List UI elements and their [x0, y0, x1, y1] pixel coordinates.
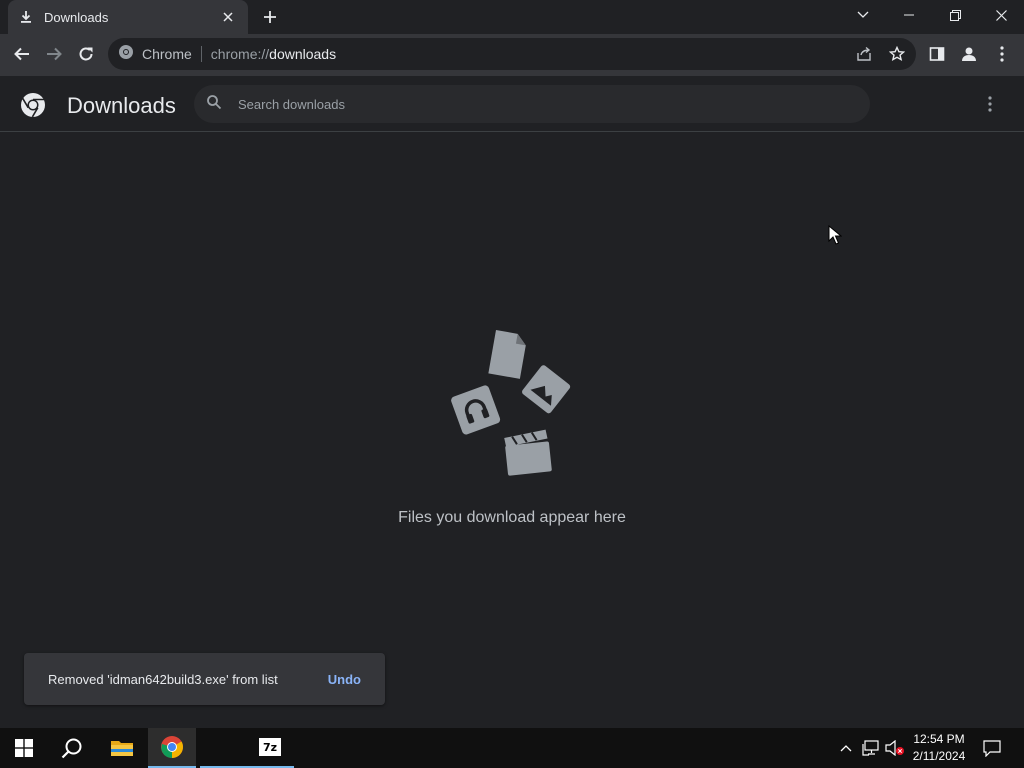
taskbar-search-button[interactable]	[48, 728, 96, 768]
reload-button[interactable]	[71, 39, 101, 69]
kebab-menu-icon	[1000, 46, 1004, 62]
download-icon	[18, 9, 34, 25]
close-icon	[995, 9, 1007, 21]
site-chip-label: Chrome	[142, 46, 192, 62]
chrome-site-icon	[118, 44, 134, 65]
tab-close-icon[interactable]	[218, 7, 238, 27]
7zip-taskbar-button[interactable]: 7z	[246, 728, 294, 768]
empty-state-message: Files you download appear here	[398, 509, 626, 526]
network-icon	[862, 740, 879, 756]
chrome-icon	[161, 736, 183, 758]
tab-search-button[interactable]	[840, 0, 886, 30]
windows-taskbar: 7z 12:54 PM 2/11/2024	[0, 728, 1024, 768]
mouse-cursor-icon	[828, 224, 843, 250]
tab-downloads[interactable]: Downloads	[8, 0, 248, 34]
forward-arrow-icon	[47, 47, 62, 61]
url-scheme: chrome://	[210, 46, 270, 62]
chrome-logo-icon	[20, 92, 46, 118]
tab-title: Downloads	[44, 9, 109, 25]
toast-message: Removed 'idman642build3.exe' from list	[48, 671, 278, 687]
star-icon[interactable]	[888, 45, 906, 67]
volume-muted-icon	[885, 740, 904, 756]
reload-icon	[79, 47, 93, 61]
chevron-up-icon	[840, 745, 852, 752]
volume-button[interactable]	[884, 728, 906, 768]
show-hidden-icons-button[interactable]	[836, 728, 856, 768]
notification-icon	[983, 739, 1001, 757]
title-bar: Downloads	[0, 0, 1024, 34]
7zip-icon: 7z	[259, 738, 281, 756]
restore-button[interactable]	[932, 0, 978, 30]
chrome-taskbar-button[interactable]	[148, 728, 196, 768]
new-tab-button[interactable]	[258, 6, 282, 28]
undo-button[interactable]: Undo	[328, 672, 361, 687]
url-host: downloads	[269, 46, 337, 62]
action-center-button[interactable]	[978, 728, 1006, 768]
search-downloads-box[interactable]	[194, 85, 870, 123]
taskbar-clock[interactable]: 12:54 PM 2/11/2024	[906, 731, 972, 765]
search-icon	[206, 94, 222, 115]
share-icon[interactable]	[856, 46, 872, 67]
back-arrow-icon	[14, 47, 29, 61]
chrome-menu-button[interactable]	[987, 39, 1017, 69]
chevron-down-icon	[857, 11, 869, 18]
clock-date: 2/11/2024	[912, 749, 966, 763]
omnibox-separator	[200, 46, 202, 62]
profile-icon	[962, 47, 976, 61]
kebab-menu-icon	[988, 96, 992, 112]
clock-time: 12:54 PM	[913, 732, 965, 746]
profile-button[interactable]	[954, 39, 984, 69]
7zip-label: 7z	[262, 740, 278, 754]
browser-toolbar: Chrome chrome:// downloads	[0, 34, 1024, 76]
side-panel-button[interactable]	[922, 39, 952, 69]
file-explorer-button[interactable]	[98, 728, 146, 768]
blank-app-button[interactable]	[200, 728, 248, 768]
minimize-button[interactable]	[886, 0, 932, 30]
file-explorer-icon	[111, 741, 133, 756]
page-title: Downloads	[67, 93, 176, 118]
downloads-header: Downloads	[0, 76, 1024, 132]
empty-downloads-illustration	[448, 328, 578, 478]
side-panel-icon	[929, 47, 945, 61]
minimize-icon	[904, 14, 914, 16]
address-bar[interactable]: Chrome chrome:// downloads	[108, 38, 916, 70]
downloads-list-area: Files you download appear here	[0, 133, 1024, 728]
start-icon	[15, 739, 33, 757]
removed-toast: Removed 'idman642build3.exe' from list U…	[24, 653, 385, 705]
downloads-menu-button[interactable]	[978, 92, 1002, 116]
network-button[interactable]	[860, 728, 882, 768]
start-button[interactable]	[0, 728, 48, 768]
restore-icon	[949, 9, 961, 21]
search-icon	[61, 738, 82, 759]
close-window-button[interactable]	[978, 0, 1024, 30]
back-button[interactable]	[7, 39, 37, 69]
forward-button[interactable]	[39, 39, 69, 69]
search-input[interactable]	[238, 96, 798, 112]
